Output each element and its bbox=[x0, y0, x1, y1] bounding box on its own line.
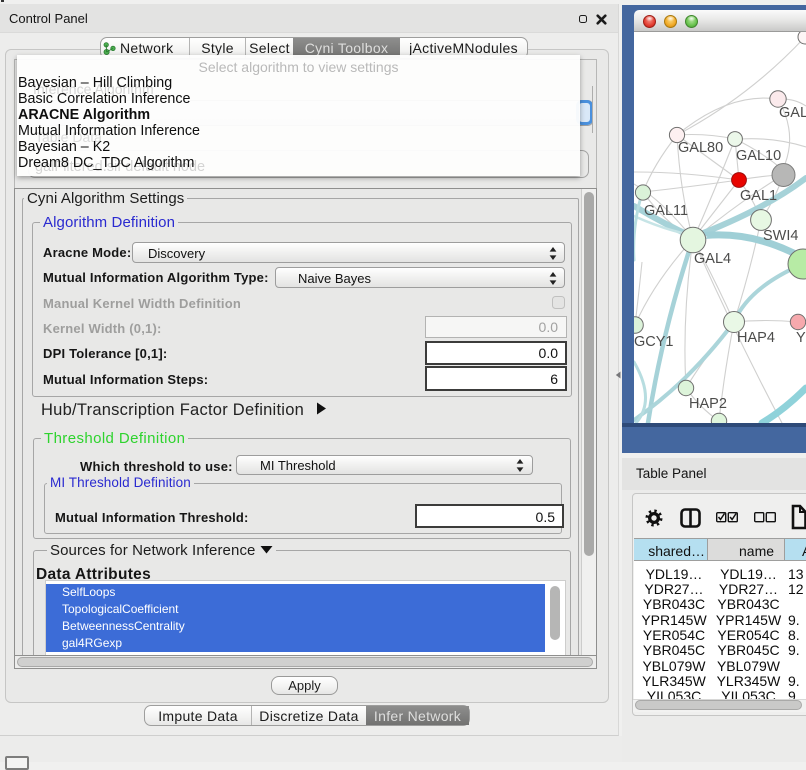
svg-text:Y: Y bbox=[796, 330, 806, 346]
svg-text:HAP2: HAP2 bbox=[689, 396, 727, 412]
svg-text:GAL11: GAL11 bbox=[644, 203, 688, 219]
svg-text:GAL10: GAL10 bbox=[736, 148, 781, 164]
svg-text:GAL80: GAL80 bbox=[678, 140, 723, 156]
svg-text:SWI4: SWI4 bbox=[763, 228, 798, 244]
svg-text:GAL1: GAL1 bbox=[740, 188, 777, 204]
svg-text:GCY1: GCY1 bbox=[634, 334, 674, 350]
svg-text:GAL4: GAL4 bbox=[694, 251, 731, 267]
svg-text:GAL7: GAL7 bbox=[779, 105, 806, 121]
svg-text:HAP4: HAP4 bbox=[737, 330, 775, 346]
